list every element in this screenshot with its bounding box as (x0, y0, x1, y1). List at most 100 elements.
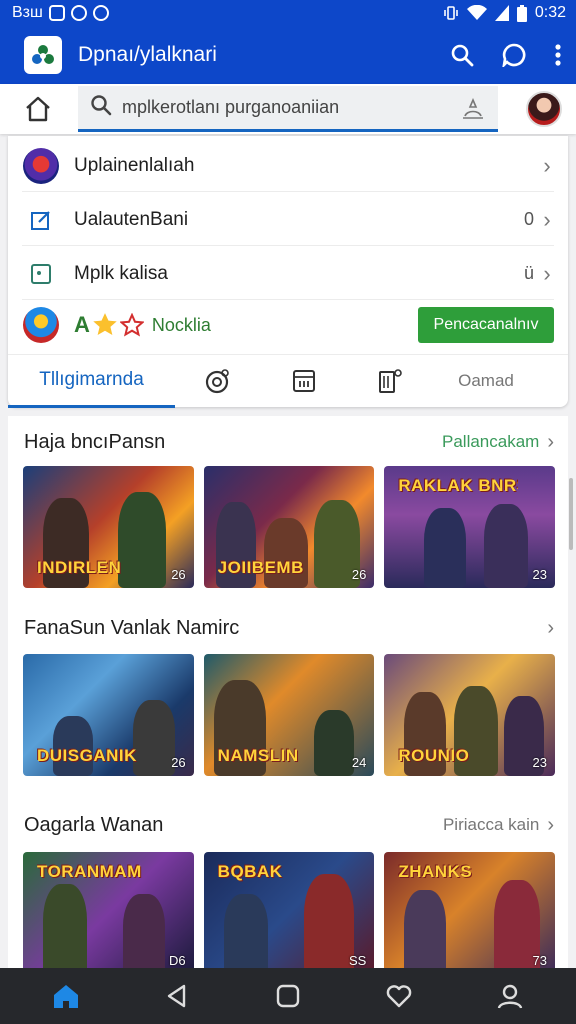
game-card-title: TORANMAM (37, 862, 142, 881)
game-card-title: JOIIBEMB (217, 558, 304, 577)
menu-item-count: 0 (523, 209, 534, 229)
tab-target[interactable] (175, 355, 261, 408)
search-row (0, 84, 576, 134)
heart-icon[interactable] (369, 984, 429, 1008)
promo-button[interactable]: Pencacanalnıv (418, 307, 554, 343)
section-more-link[interactable]: Pallancakam › (442, 431, 554, 454)
profile-icon[interactable] (480, 983, 540, 1009)
more-vert-icon[interactable] (554, 43, 562, 67)
tab-phone[interactable] (347, 355, 433, 408)
back-icon[interactable] (147, 984, 207, 1008)
menu-item-3[interactable]: Mplk kalisa ü › (22, 248, 554, 300)
card-row: TORANMAM D6 BQBAK SS ZHANKS 73 (23, 852, 556, 968)
game-card-count: 26 (351, 567, 367, 582)
game-card-count: 26 (171, 567, 186, 582)
game-icon (22, 147, 60, 185)
game-card[interactable]: NAMSLIN 24 (203, 654, 375, 776)
game-card-title: DUISGANIK (37, 746, 137, 765)
status-text: Bзш (12, 4, 43, 21)
game-card-count: 73 (532, 953, 548, 968)
tab-active[interactable]: Tllıgimarnda (8, 355, 175, 408)
promo-logo-letter: A (74, 312, 90, 337)
chevron-right-icon: › (543, 206, 551, 232)
game-card-title: BQBAK (217, 862, 283, 881)
promo-game-icon (22, 306, 60, 344)
game-card-title: RAKLAK BNRSS (398, 476, 518, 495)
chevron-right-icon: › (543, 260, 551, 286)
tab-bar: Tllıgimarnda Oamad (8, 354, 568, 408)
chevron-right-icon: › (547, 616, 554, 639)
voice-search-icon[interactable] (462, 97, 484, 125)
menu-item-label: Uplainenlalıah (74, 154, 195, 176)
edit-square-icon (22, 201, 60, 239)
home-icon[interactable] (36, 983, 96, 1009)
overview-icon[interactable] (258, 984, 318, 1008)
game-card[interactable]: DUISGANIK 26 (23, 654, 194, 776)
section-title: FanaSun Vanlak Namirc (24, 616, 240, 639)
game-card[interactable]: ROUNIO 23 (384, 654, 556, 776)
home-icon[interactable] (20, 96, 56, 122)
notification-app-icon (48, 5, 65, 21)
vibrate-icon (444, 6, 458, 20)
device-icon (379, 369, 402, 393)
card-row: INDIRLEN 26 JOIIBEMB 26 RAKLAK BNRSS 23 (23, 466, 556, 588)
menu-item-1[interactable]: Uplainenlalıah › (22, 140, 554, 192)
wifi-icon (466, 5, 487, 20)
star-outline-icon (119, 313, 144, 337)
chat-icon[interactable] (502, 43, 526, 67)
tab-calendar[interactable] (261, 355, 347, 408)
menu-item-2[interactable]: UalautenBani 0 › (22, 194, 554, 246)
card-row: DUISGANIK 26 NAMSLIN 24 ROUNIO 23 (23, 654, 556, 776)
app-title: Dpnaı/ylalknari (78, 43, 217, 66)
game-card-title: INDIRLEN (37, 558, 122, 577)
app-bar: Dpnaı/ylalknari (0, 26, 576, 84)
tab-last[interactable]: Oamad (441, 355, 531, 408)
status-time: 0:32 (534, 4, 566, 21)
game-card-title: ZHANKS (398, 862, 473, 881)
menu-item-label: Mplk kalisa (74, 262, 168, 284)
game-card[interactable]: ZHANKS 73 (384, 852, 556, 968)
game-card[interactable]: TORANMAM D6 (23, 852, 194, 968)
game-card[interactable]: JOIIBEMB 26 (203, 466, 375, 588)
section-more-label: Pallancakam (442, 432, 540, 451)
menu-card: Uplainenlalıah › UalautenBani 0 › Mplk k… (8, 136, 568, 408)
game-card[interactable]: INDIRLEN 26 (23, 466, 194, 588)
game-card[interactable]: RAKLAK BNRSS 23 (384, 466, 556, 588)
game-card[interactable]: BQBAK SS (203, 852, 375, 968)
promo-text: Nocklia (151, 314, 211, 335)
avatar[interactable] (526, 91, 562, 127)
search-input[interactable] (122, 97, 442, 118)
bottom-nav (0, 968, 576, 1024)
section-title: Oagarla Wanan (24, 813, 164, 836)
chevron-right-icon: › (547, 813, 554, 836)
menu-item-label: UalautenBani (74, 208, 189, 230)
status-bar: Bзш 0:32 (0, 0, 576, 26)
status-right: 0:32 (443, 4, 566, 22)
notification-sync-icon (70, 5, 87, 21)
section-title: Haja bncıPansn (24, 430, 166, 453)
promo-logo: A Nocklia (74, 312, 211, 338)
scrollbar[interactable] (569, 478, 573, 550)
game-card-count: 26 (171, 755, 186, 770)
section-header: Haja bncıPansn Pallancakam › (24, 422, 554, 462)
game-card-count: D6 (169, 953, 186, 968)
promo-row: A Nocklia Pencacanalnıv (22, 302, 554, 348)
app-actions (450, 43, 562, 67)
app-logo-icon (24, 36, 62, 74)
status-left: Bзш (12, 4, 109, 22)
game-card-count: 23 (532, 755, 548, 770)
section-more-link[interactable]: Piriacca kain › (443, 814, 554, 837)
dice-icon (22, 255, 60, 293)
section-more-link[interactable]: › (539, 617, 554, 640)
game-card-count: SS (349, 953, 367, 968)
game-card-title: ROUNIO (398, 746, 470, 765)
star-icon (93, 313, 117, 335)
target-icon (205, 369, 229, 394)
chevron-right-icon: › (547, 430, 554, 453)
signal-icon (494, 5, 509, 21)
search-icon[interactable] (450, 43, 474, 67)
section-more-label: Piriacca kain (442, 815, 540, 834)
game-card-count: 24 (351, 755, 367, 770)
search-box[interactable] (78, 86, 498, 132)
game-card-count: 23 (532, 567, 548, 582)
